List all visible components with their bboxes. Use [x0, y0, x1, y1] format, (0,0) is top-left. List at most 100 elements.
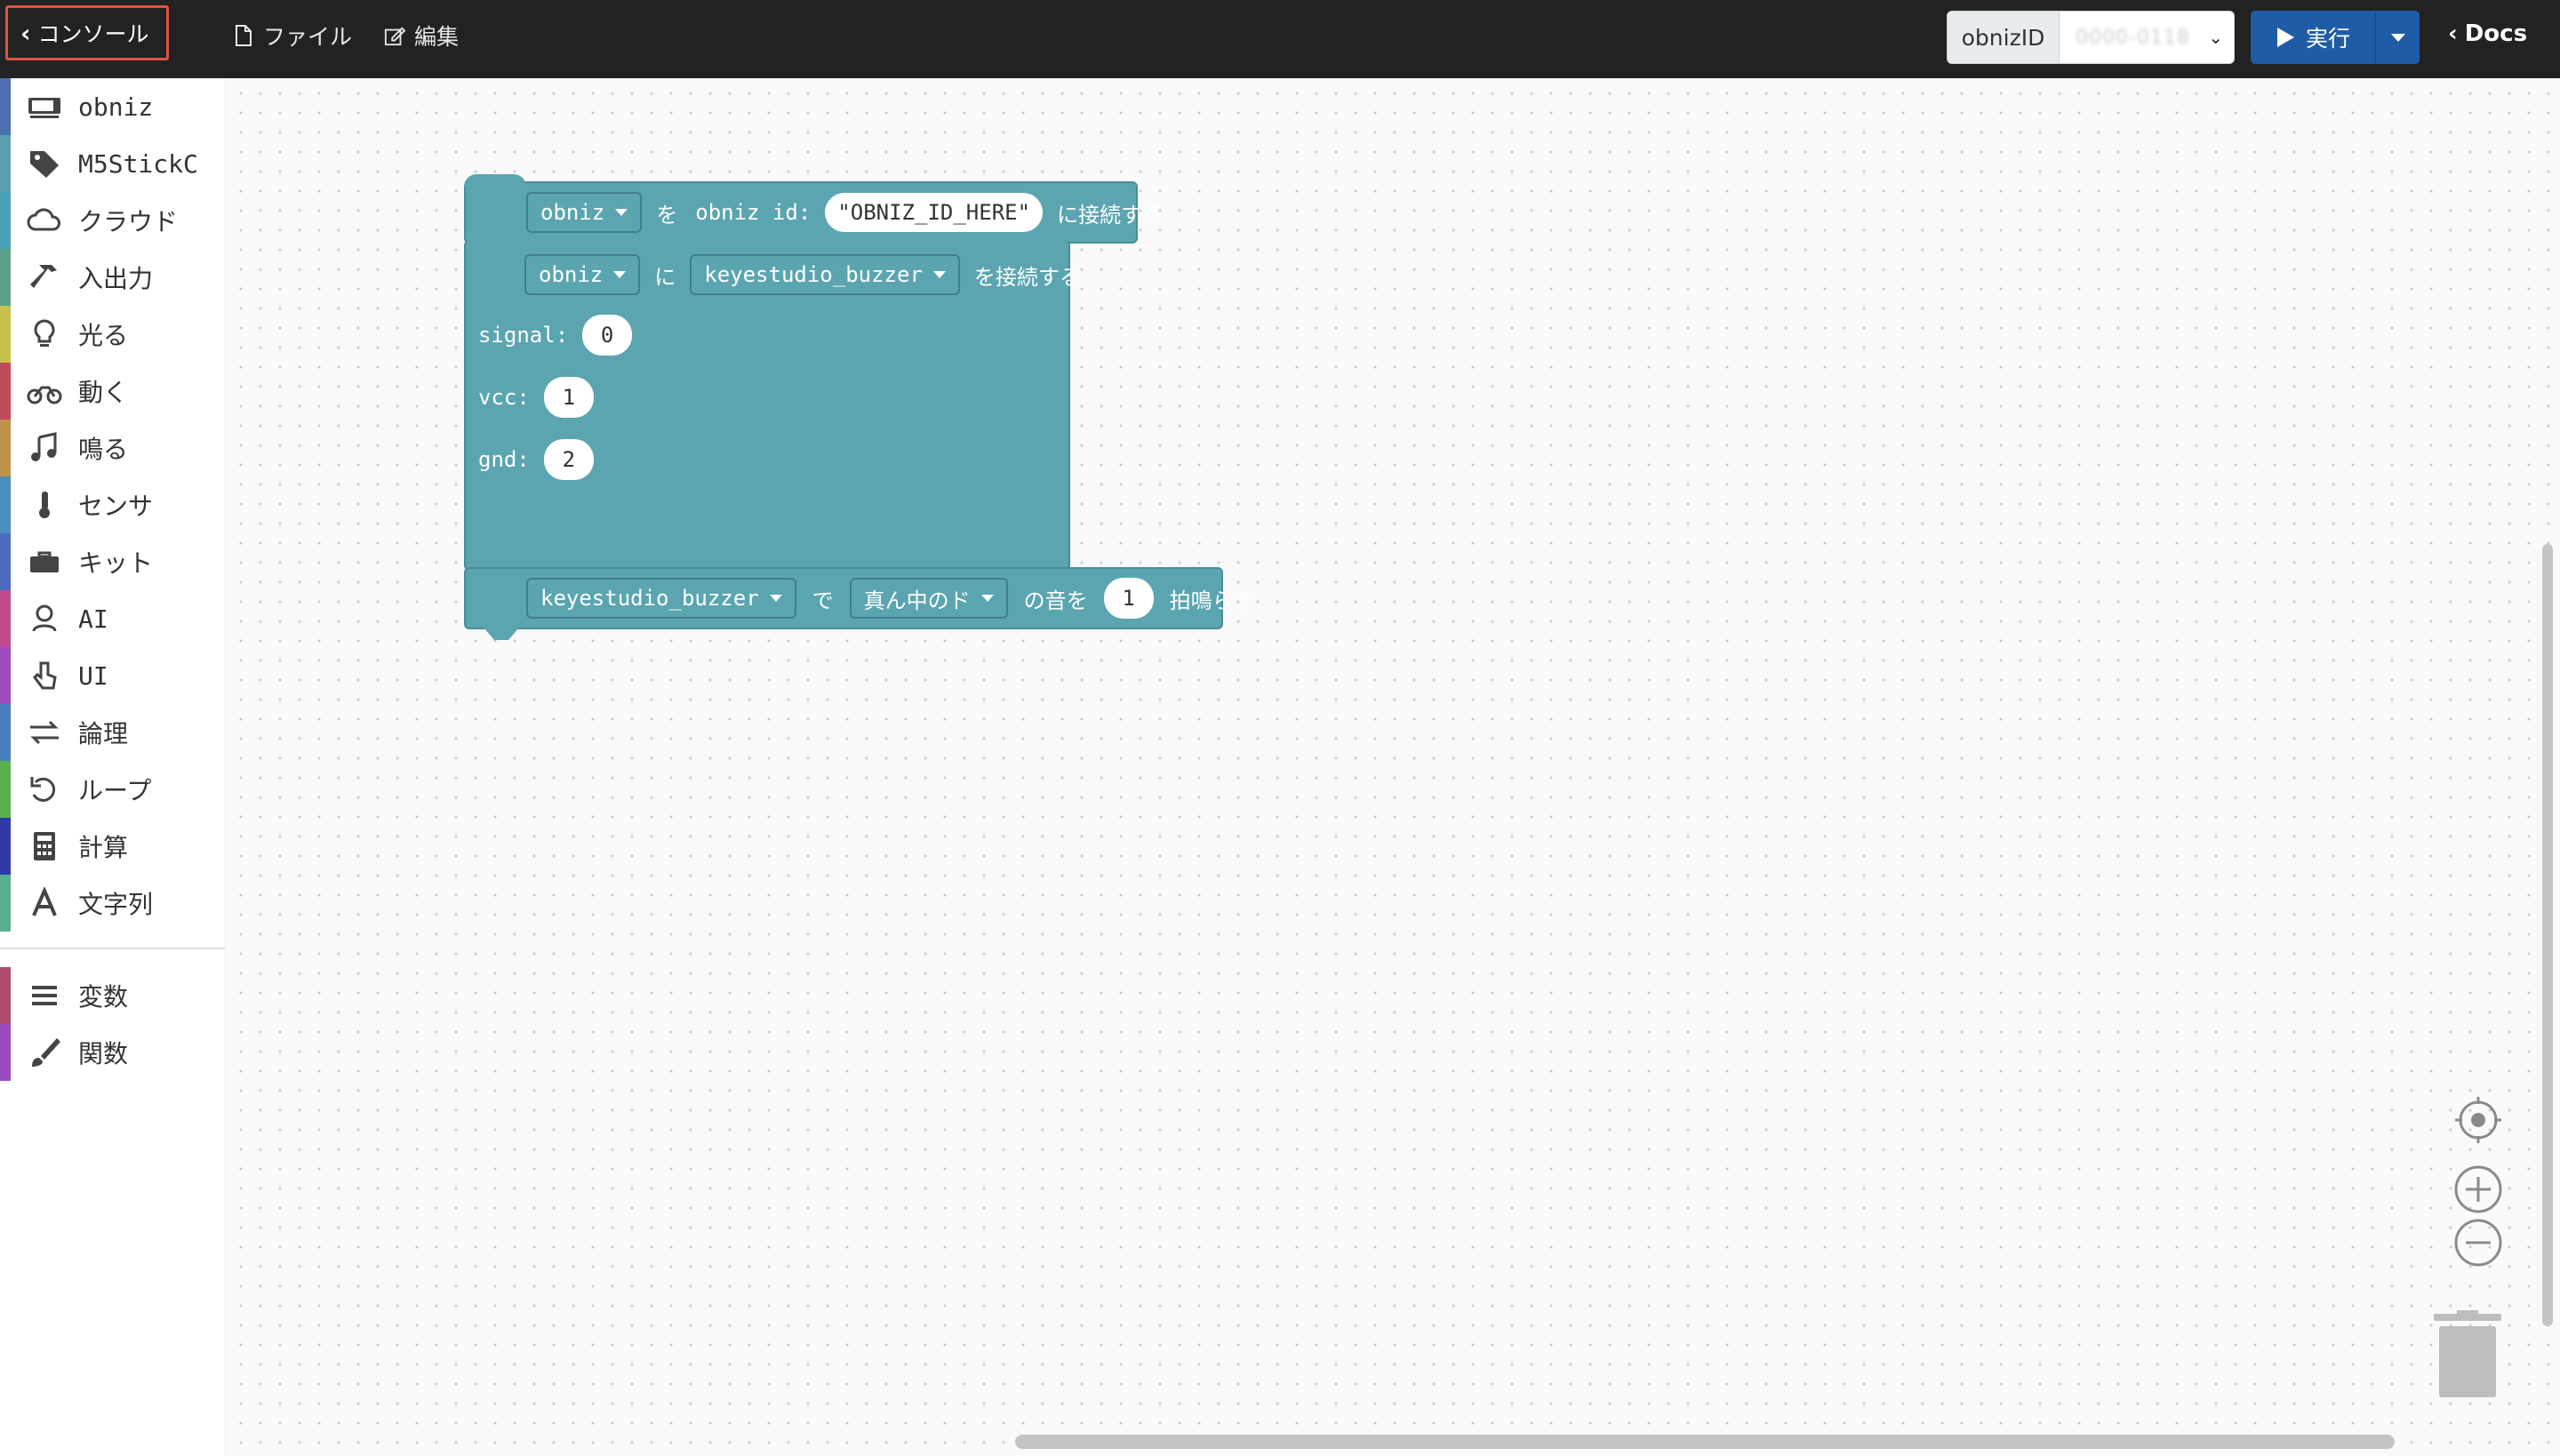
- category-sensor[interactable]: センサ: [0, 476, 225, 533]
- list-icon: [25, 978, 64, 1013]
- motorcycle-icon: [25, 373, 64, 409]
- brush-icon: [25, 1035, 64, 1070]
- block-text: を接続する: [973, 264, 1081, 290]
- plus-circle-icon: [2454, 1165, 2502, 1213]
- category-label: UI: [78, 660, 108, 691]
- trash-can-icon[interactable]: [2432, 1310, 2503, 1399]
- string-value: OBNIZ_ID_HERE: [850, 200, 1018, 225]
- toolbox-icon: [25, 544, 64, 580]
- category-logic[interactable]: 論理: [0, 704, 225, 761]
- dropdown-value: obniz: [539, 262, 604, 287]
- font-icon: [25, 885, 64, 921]
- edit-menu[interactable]: 編集: [384, 18, 459, 53]
- category-text[interactable]: 文字列: [0, 875, 225, 932]
- sidebar-divider: [0, 932, 225, 949]
- category-io[interactable]: 入出力: [0, 249, 225, 306]
- gnd-label: gnd:: [478, 447, 530, 472]
- signal-pin-field[interactable]: 0: [582, 315, 633, 356]
- zoom-out-button[interactable]: [2453, 1218, 2503, 1268]
- wire-part-block[interactable]: obniz に keyestudio_buzzer を接続する signal: …: [464, 240, 1081, 571]
- category-label: obniz: [78, 92, 154, 122]
- dropdown-value: keyestudio_buzzer: [704, 262, 923, 287]
- part-dropdown[interactable]: keyestudio_buzzer: [526, 578, 796, 619]
- part-dropdown[interactable]: keyestudio_buzzer: [690, 254, 960, 295]
- calculator-icon: [25, 828, 64, 864]
- category-variables[interactable]: 変数: [0, 967, 225, 1024]
- caret-down-icon: [980, 595, 994, 602]
- dropdown-value: 真ん中のド: [863, 588, 971, 613]
- signal-label: signal:: [478, 323, 569, 348]
- category-color-bar: [0, 249, 11, 306]
- connect-block[interactable]: obniz を obniz id: " OBNIZ_ID_HERE " に接続す…: [464, 174, 1164, 244]
- obniz-id-select[interactable]: 0000-0118 ⌄: [2060, 12, 2234, 63]
- gnd-pin-field[interactable]: 2: [543, 439, 594, 480]
- obniz-id-group: obnizID 0000-0118 ⌄: [1947, 11, 2235, 64]
- category-label: 論理: [78, 719, 129, 748]
- category-light[interactable]: 光る: [0, 306, 225, 363]
- obniz-id-value: 0000-0118: [2076, 26, 2190, 49]
- category-ui[interactable]: UI: [0, 647, 225, 704]
- category-color-bar: [0, 818, 11, 875]
- category-color-bar: [0, 306, 11, 363]
- category-label: M5StickC: [78, 148, 198, 179]
- recenter-button[interactable]: [2453, 1095, 2503, 1145]
- chevron-left-icon: ‹: [20, 18, 31, 48]
- docs-label: Docs: [2464, 20, 2528, 47]
- vcc-label: vcc:: [478, 385, 530, 410]
- play-icon: [2276, 28, 2294, 47]
- play-note-block[interactable]: keyestudio_buzzer で 真ん中のド の音を 1 拍鳴らす: [464, 567, 1254, 640]
- robot-icon: [25, 601, 64, 636]
- category-kit[interactable]: キット: [0, 533, 225, 590]
- obniz-variable-dropdown[interactable]: obniz: [526, 192, 643, 233]
- file-icon: [236, 25, 252, 46]
- block-text: 拍鳴らす: [1169, 588, 1255, 613]
- obniz-variable-dropdown[interactable]: obniz: [524, 254, 641, 295]
- category-color-bar: [0, 476, 11, 533]
- console-button[interactable]: ‹ コンソール: [5, 5, 169, 60]
- zoom-in-button[interactable]: [2453, 1164, 2503, 1214]
- run-options-button[interactable]: [2375, 11, 2420, 64]
- vertical-scrollbar[interactable]: [2542, 544, 2553, 1326]
- category-functions[interactable]: 関数: [0, 1024, 225, 1081]
- category-label: キット: [78, 548, 154, 578]
- category-move[interactable]: 動く: [0, 363, 225, 420]
- category-label: 動く: [78, 378, 129, 407]
- beats-field[interactable]: 1: [1103, 578, 1154, 619]
- pointer-icon: [25, 658, 64, 693]
- category-color-bar: [0, 533, 11, 590]
- category-color-bar: [0, 420, 11, 476]
- category-color-bar: [0, 590, 11, 647]
- note-dropdown[interactable]: 真ん中のド: [849, 578, 1008, 619]
- vcc-pin-field[interactable]: 1: [543, 377, 594, 418]
- block-hat: [464, 174, 526, 187]
- block-text: を: [656, 202, 678, 228]
- file-menu[interactable]: ファイル: [233, 18, 352, 53]
- tag-icon: [25, 146, 64, 181]
- run-button[interactable]: 実行: [2251, 11, 2375, 64]
- block-text: の音を: [1023, 588, 1088, 613]
- category-label: AI: [78, 604, 108, 634]
- device-icon: [25, 89, 64, 124]
- cloud-icon: [25, 203, 64, 238]
- category-cloud[interactable]: クラウド: [0, 192, 225, 249]
- category-loop[interactable]: ループ: [0, 761, 225, 818]
- category-color-bar: [0, 967, 11, 1024]
- category-sound[interactable]: 鳴る: [0, 420, 225, 476]
- category-color-bar: [0, 78, 11, 135]
- hammer-icon: [25, 260, 64, 295]
- thermometer-icon: [25, 487, 64, 523]
- category-color-bar: [0, 761, 11, 818]
- obniz-id-string-field[interactable]: " OBNIZ_ID_HERE ": [825, 193, 1044, 232]
- category-math[interactable]: 計算: [0, 818, 225, 875]
- horizontal-scrollbar[interactable]: [1015, 1435, 2395, 1449]
- category-color-bar: [0, 704, 11, 761]
- category-ai[interactable]: AI: [0, 590, 225, 647]
- crosshair-icon: [2455, 1097, 2501, 1143]
- category-m5stickc[interactable]: M5StickC: [0, 135, 225, 192]
- docs-button[interactable]: ‹ Docs: [2448, 18, 2527, 50]
- category-label: 鳴る: [78, 435, 129, 464]
- caret-down-icon: [769, 595, 782, 602]
- category-color-bar: [0, 647, 11, 704]
- category-color-bar: [0, 192, 11, 249]
- category-obniz[interactable]: obniz: [0, 78, 225, 135]
